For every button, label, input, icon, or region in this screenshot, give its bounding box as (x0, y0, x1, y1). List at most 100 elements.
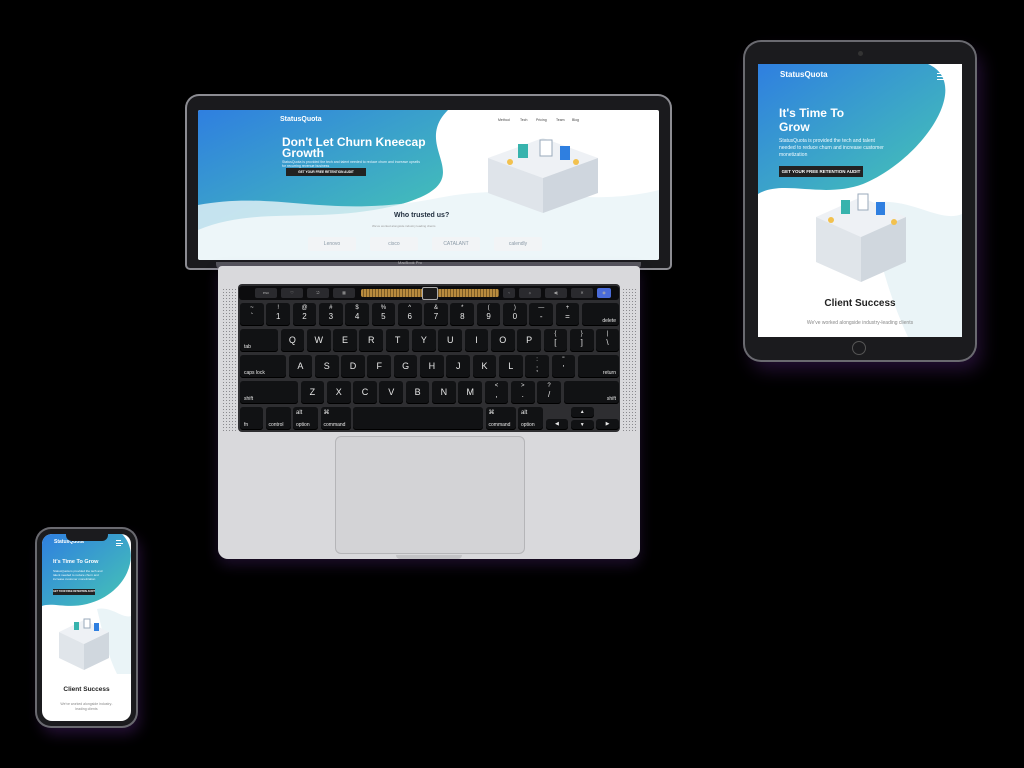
home-button[interactable] (852, 341, 866, 355)
nav-link-blog[interactable]: Blog (572, 118, 579, 122)
nav-link-method[interactable]: Method (498, 118, 510, 122)
key-9[interactable]: (9 (476, 303, 501, 326)
key-u[interactable]: U (438, 329, 463, 352)
key-fn[interactable]: fn (240, 407, 263, 430)
key-g[interactable]: G (393, 355, 418, 378)
key-f[interactable]: F (367, 355, 392, 378)
key-h[interactable]: H (420, 355, 444, 378)
key-z[interactable]: Z (300, 381, 325, 404)
key-sym-1[interactable]: >. (510, 381, 535, 404)
siri-icon[interactable]: ◉ (597, 288, 611, 298)
key-return[interactable]: return (577, 355, 619, 378)
trackpad[interactable] (335, 436, 525, 554)
chevron-left-icon[interactable]: ‹ (503, 288, 515, 298)
tablet-cta-button[interactable]: GET YOUR FREE RETENTION AUDIT (779, 166, 863, 177)
key-8[interactable]: * 8 (450, 303, 475, 326)
key-delete[interactable]: delete (581, 303, 619, 326)
arrow-left-key[interactable]: ◀ (545, 419, 569, 430)
scrubber-knob[interactable] (422, 287, 438, 300)
key-4-label: 4 (354, 312, 360, 321)
key-1[interactable]: ! 1 (266, 303, 291, 326)
tablet-brand[interactable]: StatusQuota (780, 70, 828, 79)
hamburger-icon[interactable] (937, 73, 944, 80)
key-command-right[interactable]: ⌘ command (485, 407, 516, 430)
key-u-label: U (446, 335, 454, 345)
phone-cta-button[interactable]: GET YOUR FREE RETENTION AUDIT (53, 589, 95, 595)
nav-link-pricing[interactable]: Pricing (536, 118, 547, 122)
touchbar-esc[interactable]: esc (255, 288, 277, 298)
key-k[interactable]: K (472, 355, 497, 378)
key-v[interactable]: V (379, 381, 404, 404)
key-shift-left[interactable]: shift (240, 381, 298, 404)
key-0[interactable]: ~ ` (240, 303, 264, 326)
key-q-label: Q (288, 335, 296, 345)
nav-link-team[interactable]: Team (556, 118, 565, 122)
key-punct-0[interactable]: :; (525, 355, 549, 378)
key-caps-lock[interactable]: caps lock (240, 355, 286, 378)
cta-button[interactable]: GET YOUR FREE RETENTION AUDIT (286, 168, 366, 176)
key-4[interactable]: $4 (345, 303, 369, 326)
key-option-right[interactable]: alt option (518, 407, 543, 430)
key-r[interactable]: R (359, 329, 384, 352)
key-bracket-2-label: \ (606, 338, 609, 347)
key-e[interactable]: E (333, 329, 357, 352)
key-6[interactable]: ^ 6 (397, 303, 422, 326)
key-2[interactable]: @2 (292, 303, 317, 326)
key-a[interactable]: A (288, 355, 313, 378)
key-b[interactable]: B (405, 381, 430, 404)
key-sym-2[interactable]: ? / (537, 381, 561, 404)
heart-icon[interactable]: ♡ (281, 288, 303, 298)
key-control[interactable]: control (265, 407, 291, 430)
key-command-left[interactable]: ⌘ command (320, 407, 351, 430)
key-sym-0[interactable]: <, (484, 381, 509, 404)
key-bracket-1-label: ] (580, 338, 583, 347)
key-3[interactable]: #3 (318, 303, 343, 326)
key-i[interactable]: I (464, 329, 489, 352)
key-m[interactable]: M (458, 381, 483, 404)
key-0-label: ~ (250, 305, 254, 311)
key-j[interactable]: J (446, 355, 471, 378)
share-icon[interactable]: ⎋ (307, 288, 329, 298)
key-0-label: ` (250, 312, 254, 321)
key-q[interactable]: Q (280, 329, 305, 352)
arrow-left-key-label: ◀ (554, 421, 559, 427)
key-f-label: F (376, 361, 383, 371)
key-y[interactable]: Y (412, 329, 436, 352)
key-option-left[interactable]: alt option (293, 407, 318, 430)
key-punct-1[interactable]: " ' (551, 355, 576, 378)
key-d[interactable]: D (341, 355, 365, 378)
arrow-right-key[interactable]: ▶ (596, 419, 619, 430)
key-l[interactable]: L (498, 355, 523, 378)
key-tab[interactable]: tab (240, 329, 278, 352)
key-space[interactable] (353, 407, 483, 430)
arrow-up-key[interactable]: ▲ (570, 407, 594, 418)
key-shift-right[interactable]: shift (563, 381, 619, 404)
trusted-subtitle: We've worked alongside industry leading … (372, 224, 436, 228)
key-7[interactable]: & 7 (424, 303, 448, 326)
brightness-icon[interactable]: ☼ (519, 288, 541, 298)
key-10[interactable]: ) 0 (503, 303, 527, 326)
key-n[interactable]: N (432, 381, 456, 404)
volume-icon[interactable]: ◀) (545, 288, 567, 298)
hamburger-icon[interactable] (116, 540, 123, 546)
touch-bar[interactable]: esc ♡ ⎋ ▦ ‹ ☼ ◀) ✕ ◉ (239, 286, 619, 300)
site-brand[interactable]: StatusQuota (280, 116, 322, 123)
key-bracket-1[interactable]: }] (569, 329, 594, 352)
mute-icon[interactable]: ✕ (571, 288, 593, 298)
key-t[interactable]: T (385, 329, 410, 352)
key-bracket-2[interactable]: | \ (596, 329, 619, 352)
key-c[interactable]: C (353, 381, 377, 404)
key-11[interactable]: — - (529, 303, 554, 326)
key-5[interactable]: % 5 (371, 303, 396, 326)
key-s[interactable]: S (314, 355, 339, 378)
arrow-down-key[interactable]: ▼ (570, 419, 594, 430)
key-12[interactable]: + = (555, 303, 580, 326)
key-bracket-0[interactable]: {[ (543, 329, 568, 352)
key-w[interactable]: W (306, 329, 331, 352)
key-x[interactable]: X (326, 381, 351, 404)
key-bracket-1-label: } (580, 331, 583, 337)
nav-link-tech[interactable]: Tech (520, 118, 527, 122)
grid-icon[interactable]: ▦ (333, 288, 355, 298)
key-p[interactable]: P (517, 329, 541, 352)
key-o[interactable]: O (490, 329, 515, 352)
